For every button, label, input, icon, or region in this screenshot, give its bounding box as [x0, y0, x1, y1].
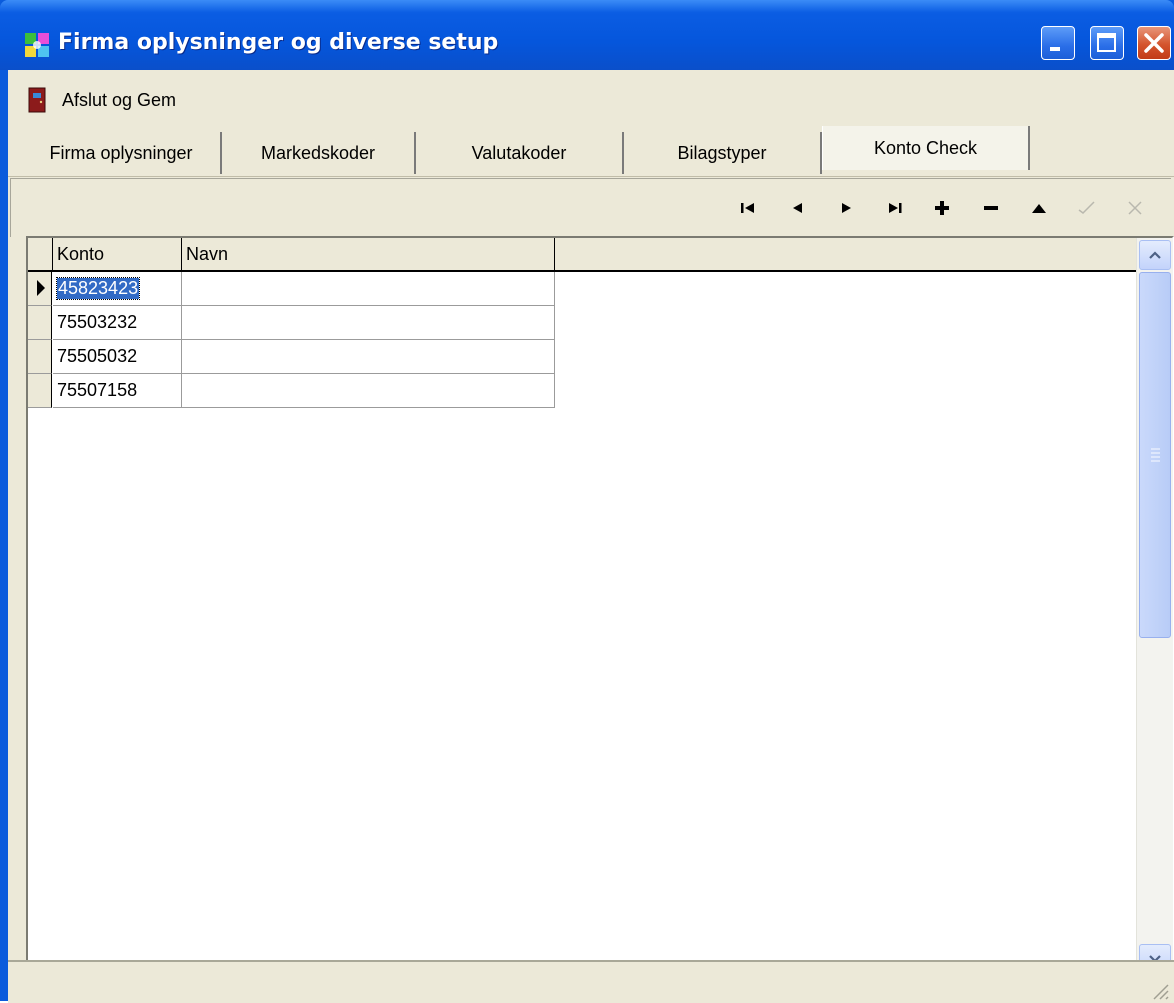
maximize-icon [1097, 33, 1116, 52]
status-bar [8, 960, 1174, 1003]
cell-value: 45823423 [55, 277, 141, 300]
header-filler [555, 238, 1136, 272]
scroll-up-button[interactable] [1139, 240, 1171, 270]
delete-icon [984, 206, 998, 210]
first-record-button[interactable] [735, 196, 761, 220]
last-record-icon [889, 203, 902, 213]
cell-konto[interactable]: 45823423 [53, 272, 182, 306]
client-area: Afslut og Gem Firma oplysninger Markedsk… [8, 70, 1174, 1003]
first-record-icon [741, 203, 754, 213]
chevron-up-icon [1149, 251, 1161, 259]
cell-value: 75503232 [57, 312, 138, 332]
column-header-label: Navn [186, 243, 229, 264]
cancel-icon [1128, 201, 1142, 215]
edit-record-button[interactable] [1026, 196, 1052, 220]
insert-record-button[interactable] [929, 196, 955, 220]
tab-label: Firma oplysninger [49, 142, 193, 163]
grid-body: Konto Navn 45823423 75503232 75505032 75… [28, 238, 1136, 978]
vertical-scrollbar[interactable] [1136, 238, 1173, 978]
window-title: Firma oplysninger og diverse setup [58, 30, 499, 55]
tab-markedskoder[interactable]: Markedskoder [222, 132, 416, 174]
exit-and-save-label: Afslut og Gem [62, 89, 177, 110]
prior-record-icon [793, 203, 802, 213]
indicator-header [28, 238, 53, 272]
tab-strip: Firma oplysninger Markedskoder Valutakod… [8, 126, 1174, 177]
cell-navn[interactable] [182, 306, 555, 340]
insert-icon [935, 201, 949, 215]
cell-value: 75505032 [57, 346, 138, 366]
maximize-button[interactable] [1090, 26, 1124, 60]
current-row-arrow-icon [37, 280, 45, 296]
resize-grip-icon[interactable] [1148, 979, 1170, 1001]
row-indicator[interactable] [28, 272, 52, 306]
tab-label: Konto Check [873, 138, 978, 158]
tab-bilagstyper[interactable]: Bilagstyper [624, 132, 822, 174]
column-header-navn[interactable]: Navn [182, 238, 555, 272]
next-record-icon [842, 203, 851, 213]
cancel-edit-button[interactable] [1122, 196, 1148, 220]
tab-label: Bilagstyper [677, 142, 767, 163]
row-indicator[interactable] [28, 374, 52, 408]
row-indicator[interactable] [28, 306, 52, 340]
column-header-konto[interactable]: Konto [53, 238, 182, 272]
prior-record-button[interactable] [784, 196, 810, 220]
title-bar[interactable]: Firma oplysninger og diverse setup [0, 0, 1174, 70]
post-icon [1078, 201, 1095, 214]
cell-navn[interactable] [182, 340, 555, 374]
column-header-label: Konto [57, 243, 105, 264]
cell-konto[interactable]: 75505032 [53, 340, 182, 374]
close-icon [1144, 33, 1164, 53]
cell-navn[interactable] [182, 272, 555, 306]
cell-value: 75507158 [57, 380, 138, 400]
application-window: Firma oplysninger og diverse setup Afslu… [0, 0, 1174, 1003]
row-indicator[interactable] [28, 340, 52, 374]
tab-firma-oplysninger[interactable]: Firma oplysninger [22, 132, 222, 174]
grip-lines-icon [1151, 448, 1160, 462]
cell-konto[interactable]: 75503232 [53, 306, 182, 340]
app-grid-icon [25, 33, 49, 57]
door-icon [28, 87, 46, 113]
minimize-button[interactable] [1041, 26, 1075, 60]
tab-label: Valutakoder [471, 142, 567, 163]
cell-konto[interactable]: 75507158 [53, 374, 182, 408]
close-button[interactable] [1137, 26, 1171, 60]
exit-and-save-menu-item[interactable]: Afslut og Gem [28, 86, 176, 114]
edit-icon [1032, 204, 1046, 213]
delete-record-button[interactable] [978, 196, 1004, 220]
tab-label: Markedskoder [260, 142, 376, 163]
next-record-button[interactable] [834, 196, 860, 220]
post-edit-button[interactable] [1074, 196, 1100, 220]
last-record-button[interactable] [882, 196, 908, 220]
tab-konto-check[interactable]: Konto Check [822, 126, 1030, 170]
data-grid[interactable]: Konto Navn 45823423 75503232 75505032 75… [26, 236, 1174, 980]
tab-valutakoder[interactable]: Valutakoder [416, 132, 624, 174]
cell-navn[interactable] [182, 374, 555, 408]
scroll-thumb[interactable] [1139, 272, 1171, 638]
menu-bar: Afslut og Gem [8, 82, 1174, 118]
minimize-icon [1050, 47, 1060, 51]
